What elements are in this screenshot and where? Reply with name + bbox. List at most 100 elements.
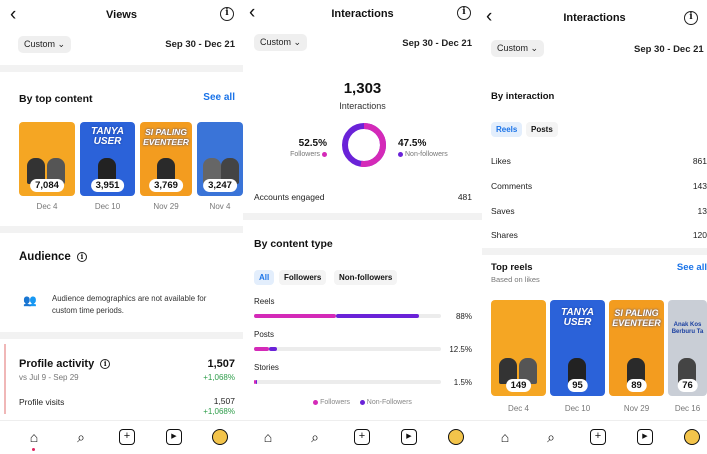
filter-label: Custom xyxy=(24,39,56,49)
non-followers-dot-icon xyxy=(398,151,403,157)
followers-label-text: Followers xyxy=(290,151,321,158)
thumbnail-caption: Anak Kos Berburu Ta xyxy=(671,322,704,335)
reel-date: Nov 29 xyxy=(623,404,650,413)
bottom-nav: ⌂ ⌕ + ▶ xyxy=(482,420,707,454)
divider xyxy=(0,65,243,72)
home-icon[interactable]: ⌂ xyxy=(26,429,42,445)
reels-non-followers-bar xyxy=(336,314,419,318)
profile-icon[interactable] xyxy=(448,429,464,445)
section-title: By interaction xyxy=(491,91,555,102)
page-title: Interactions xyxy=(331,8,394,20)
interactions-panel: ‹ Interactions i Custom ⌄ Sep 30 - Dec 2… xyxy=(243,0,482,454)
accounts-engaged-value: 481 xyxy=(457,192,472,202)
non-followers-label: Non-followers xyxy=(398,151,448,158)
likes-value: 861 xyxy=(692,156,707,166)
accounts-engaged-label: Accounts engaged xyxy=(254,192,325,202)
view-count: 7,084 xyxy=(30,179,64,192)
see-all-link[interactable]: See all xyxy=(203,92,235,103)
top-content-thumbnail[interactable]: TANYA USER 3,951 xyxy=(80,122,135,196)
tab-all[interactable]: All xyxy=(254,270,275,285)
reels-icon[interactable]: ▶ xyxy=(401,429,417,445)
comments-value: 143 xyxy=(692,181,707,191)
date-range: Sep 30 - Dec 21 xyxy=(165,39,235,50)
notification-dot xyxy=(32,448,35,451)
shares-value: 120 xyxy=(692,230,707,240)
divider xyxy=(243,213,482,220)
tab-followers[interactable]: Followers xyxy=(279,270,327,285)
profile-activity-value: 1,507 xyxy=(207,358,235,370)
thumbnail-caption: SI PALING EVENTEER xyxy=(143,127,189,147)
content-type-percent: 1.5% xyxy=(453,378,472,387)
followers-dot-icon xyxy=(322,151,327,157)
thumbnail-caption: SI PALING EVENTEER xyxy=(612,308,661,328)
create-icon[interactable]: + xyxy=(354,429,370,445)
info-icon[interactable]: i xyxy=(76,251,87,262)
home-icon[interactable]: ⌂ xyxy=(497,429,513,445)
audience-notice: Audience demographics are not available … xyxy=(52,294,207,315)
see-all-link[interactable]: See all xyxy=(677,262,707,273)
chevron-down-icon: ⌄ xyxy=(293,37,302,47)
top-content-thumbnail[interactable]: SI PALING EVENTEER 3,769 xyxy=(140,122,192,196)
stories-non-followers-bar xyxy=(255,380,257,384)
top-reel-thumbnail[interactable]: SI PALING EVENTEER 89 xyxy=(609,300,664,396)
info-icon[interactable]: i xyxy=(100,359,111,370)
bar-track xyxy=(254,380,441,384)
profile-activity-change: +1,068% xyxy=(203,373,235,382)
profile-icon[interactable] xyxy=(684,429,700,445)
info-icon[interactable]: i xyxy=(684,11,698,25)
custom-filter-button[interactable]: Custom ⌄ xyxy=(254,34,308,51)
interactions-detail-panel: ‹ Interactions i Custom ⌄ Sep 30 - Dec 2… xyxy=(482,0,707,454)
reels-icon[interactable]: ▶ xyxy=(166,429,182,445)
thumbnail-caption: TANYA USER xyxy=(561,307,594,328)
legend-followers: Followers xyxy=(320,399,351,406)
view-count: 3,951 xyxy=(90,179,125,192)
section-title: Top reels xyxy=(491,262,533,273)
thumbnail-caption: TANYA USER xyxy=(91,126,124,147)
info-icon[interactable]: i xyxy=(220,7,234,21)
reel-date: Dec 16 xyxy=(674,404,701,413)
tab-posts[interactable]: Posts xyxy=(526,122,558,137)
info-icon[interactable]: i xyxy=(457,6,471,20)
custom-filter-button[interactable]: Custom ⌄ xyxy=(491,40,545,57)
reel-count: 76 xyxy=(677,379,698,392)
followers-dot-icon xyxy=(313,399,319,405)
search-icon[interactable]: ⌕ xyxy=(73,429,89,445)
content-type-label: Reels xyxy=(254,297,275,306)
content-date: Nov 29 xyxy=(153,202,179,211)
top-reel-thumbnail[interactable]: 149 xyxy=(491,300,546,396)
search-icon[interactable]: ⌕ xyxy=(307,429,323,445)
top-reel-thumbnail[interactable]: Anak Kos Berburu Ta 76 xyxy=(668,300,707,396)
top-content-thumbnail[interactable]: 7,084 xyxy=(19,122,75,196)
content-date: Nov 4 xyxy=(209,202,231,211)
non-followers-label-text: Non-followers xyxy=(405,151,448,158)
search-icon[interactable]: ⌕ xyxy=(543,429,559,445)
profile-visits-change: +1,068% xyxy=(203,407,235,416)
reels-icon[interactable]: ▶ xyxy=(637,429,653,445)
chevron-down-icon: ⌄ xyxy=(530,43,539,53)
view-count: 3,247 xyxy=(203,179,237,192)
tab-non-followers[interactable]: Non-followers xyxy=(334,270,398,285)
posts-non-followers-bar xyxy=(268,347,278,351)
content-type-label: Stories xyxy=(254,363,279,372)
content-date: Dec 10 xyxy=(94,202,121,211)
page-title: Interactions xyxy=(563,12,626,24)
tab-reels[interactable]: Reels xyxy=(491,122,523,137)
divider xyxy=(482,248,707,255)
followers-percent: 52.5% xyxy=(298,138,327,149)
reel-count: 149 xyxy=(505,379,532,392)
interactions-total: 1,303 xyxy=(343,80,382,97)
content-date: Dec 4 xyxy=(36,202,58,211)
section-subtitle: Based on likes xyxy=(491,275,540,284)
top-content-thumbnail[interactable]: 3,247 xyxy=(197,122,243,196)
profile-icon[interactable] xyxy=(212,429,228,445)
create-icon[interactable]: + xyxy=(119,429,135,445)
chart-legend: Followers Non-Followers xyxy=(243,399,482,406)
reel-date: Dec 10 xyxy=(564,404,591,413)
home-icon[interactable]: ⌂ xyxy=(260,429,276,445)
content-type-label: Posts xyxy=(254,330,275,339)
custom-filter-button[interactable]: Custom ⌄ xyxy=(18,36,72,53)
top-reel-thumbnail[interactable]: TANYA USER 95 xyxy=(550,300,605,396)
create-icon[interactable]: + xyxy=(590,429,606,445)
posts-followers-bar xyxy=(254,347,269,351)
reel-count: 95 xyxy=(567,379,588,392)
